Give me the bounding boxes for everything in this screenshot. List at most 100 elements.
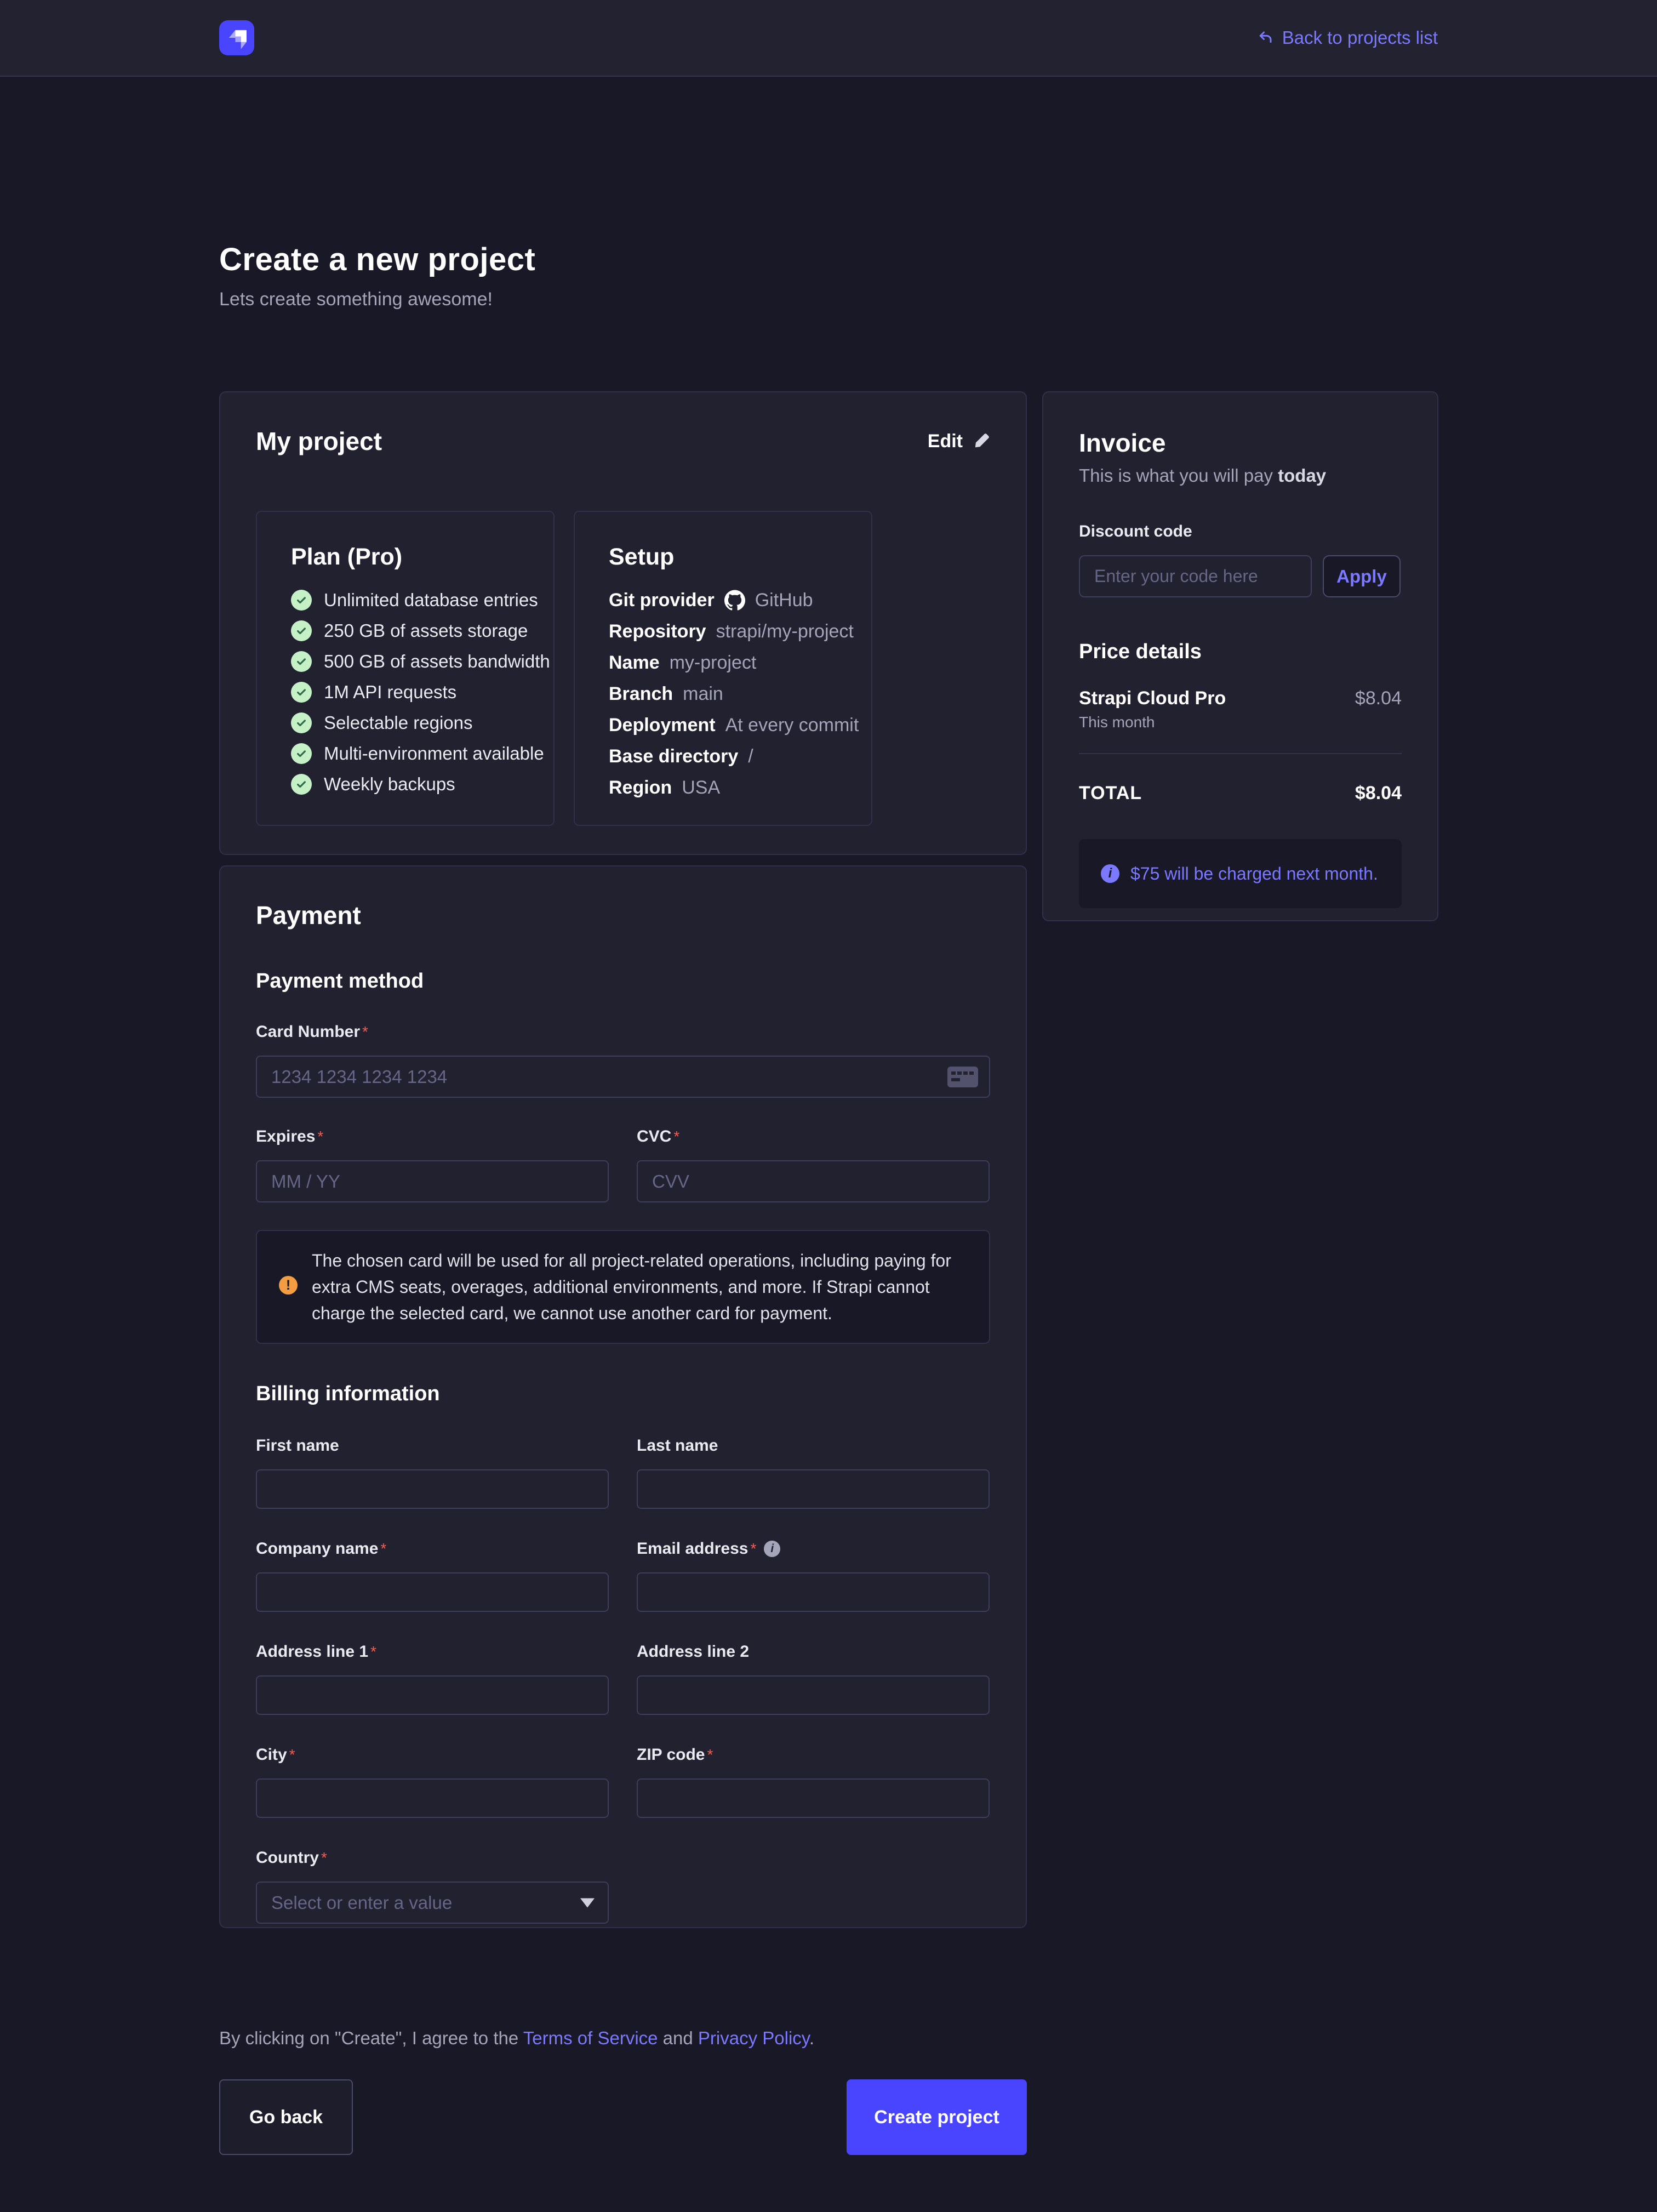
address2-field-group: Address line 2 xyxy=(637,1643,990,1715)
apply-discount-button[interactable]: Apply xyxy=(1323,555,1401,597)
github-icon xyxy=(724,590,745,611)
list-item: Unlimited database entries xyxy=(291,589,519,611)
check-icon xyxy=(291,620,312,641)
payment-card: Payment Payment method Card Number* Expi… xyxy=(219,865,1027,1928)
company-name-input[interactable] xyxy=(256,1572,609,1612)
my-project-title: My project xyxy=(256,426,382,456)
required-asterisk: * xyxy=(321,1849,327,1867)
first-name-label: First name xyxy=(256,1436,609,1455)
city-label: City* xyxy=(256,1746,609,1764)
warning-icon: ! xyxy=(279,1276,298,1295)
list-item: Selectable regions xyxy=(291,712,519,734)
go-back-button[interactable]: Go back xyxy=(219,2079,353,2155)
country-select[interactable]: Select or enter a value xyxy=(256,1882,609,1924)
discount-code-label: Discount code xyxy=(1079,522,1402,541)
setup-row-repository: Repository strapi/my-project xyxy=(609,620,837,642)
page-title: Create a new project xyxy=(219,241,1439,278)
invoice-subtitle: This is what you will pay today xyxy=(1079,465,1402,486)
setup-subcard: Setup Git provider GitHub Repository str… xyxy=(574,511,872,826)
country-label: Country* xyxy=(256,1849,609,1867)
check-icon xyxy=(291,590,312,611)
back-arrow-icon xyxy=(1257,30,1273,46)
edit-project-button[interactable]: Edit xyxy=(928,431,990,452)
plan-feature-list: Unlimited database entries 250 GB of ass… xyxy=(291,589,519,795)
strapi-logo[interactable] xyxy=(219,20,254,55)
required-asterisk: * xyxy=(380,1540,386,1558)
last-name-field-group: Last name xyxy=(637,1436,990,1509)
setup-row-git-provider: Git provider GitHub xyxy=(609,589,837,611)
required-asterisk: * xyxy=(707,1746,713,1764)
address-line1-input[interactable] xyxy=(256,1675,609,1715)
address1-label: Address line 1* xyxy=(256,1643,609,1661)
pencil-icon xyxy=(973,432,990,450)
billing-heading: Billing information xyxy=(256,1382,990,1406)
plan-subcard: Plan (Pro) Unlimited database entries 25… xyxy=(256,511,555,826)
check-icon xyxy=(291,743,312,764)
page-subtitle: Lets create something awesome! xyxy=(219,289,1439,310)
create-project-button[interactable]: Create project xyxy=(847,2079,1027,2155)
company-label: Company name* xyxy=(256,1540,609,1558)
check-icon xyxy=(291,712,312,733)
address1-field-group: Address line 1* xyxy=(256,1643,609,1715)
zip-field-group: ZIP code* xyxy=(637,1746,990,1818)
email-input[interactable] xyxy=(637,1572,990,1612)
first-name-field-group: First name xyxy=(256,1436,609,1509)
back-to-projects-link[interactable]: Back to projects list xyxy=(1257,27,1438,48)
check-icon xyxy=(291,651,312,672)
required-asterisk: * xyxy=(370,1643,376,1661)
list-item: Multi-environment available xyxy=(291,743,519,765)
company-field-group: Company name* xyxy=(256,1540,609,1612)
address-line2-input[interactable] xyxy=(637,1675,990,1715)
info-icon: i xyxy=(1101,864,1119,883)
last-name-label: Last name xyxy=(637,1436,990,1455)
total-label: TOTAL xyxy=(1079,783,1142,804)
country-field-group: Country* Select or enter a value xyxy=(256,1849,609,1924)
setup-title: Setup xyxy=(609,544,837,571)
zip-code-input[interactable] xyxy=(637,1778,990,1818)
info-icon[interactable]: i xyxy=(764,1541,780,1557)
strapi-logo-icon xyxy=(219,20,254,55)
main-column: My project Edit Plan (Pro) xyxy=(219,391,1027,1928)
zip-label: ZIP code* xyxy=(637,1746,990,1764)
required-asterisk: * xyxy=(317,1128,323,1145)
back-link-label: Back to projects list xyxy=(1282,27,1438,48)
discount-code-input[interactable] xyxy=(1079,555,1312,597)
credit-card-icon xyxy=(947,1067,978,1087)
required-asterisk: * xyxy=(289,1746,295,1764)
email-field-group: Email address* i xyxy=(637,1540,990,1612)
setup-row-base-directory: Base directory / xyxy=(609,745,837,767)
list-item: 1M API requests xyxy=(291,681,519,703)
city-input[interactable] xyxy=(256,1778,609,1818)
invoice-divider xyxy=(1079,753,1402,754)
check-icon xyxy=(291,774,312,795)
terms-of-service-link[interactable]: Terms of Service xyxy=(523,2028,658,2048)
expires-input[interactable] xyxy=(256,1160,609,1202)
list-item: 250 GB of assets storage xyxy=(291,620,519,642)
list-item: 500 GB of assets bandwidth xyxy=(291,651,519,672)
total-row: TOTAL $8.04 xyxy=(1079,783,1402,804)
required-asterisk: * xyxy=(362,1023,368,1041)
card-number-label: Card Number* xyxy=(256,1023,990,1041)
required-asterisk: * xyxy=(750,1540,756,1558)
my-project-card: My project Edit Plan (Pro) xyxy=(219,391,1027,855)
cvc-input[interactable] xyxy=(637,1160,990,1202)
price-item-amount: $8.04 xyxy=(1355,688,1402,709)
last-name-input[interactable] xyxy=(637,1469,990,1509)
next-month-notice: i $75 will be charged next month. xyxy=(1079,839,1402,908)
required-asterisk: * xyxy=(673,1128,679,1145)
total-amount: $8.04 xyxy=(1355,783,1402,804)
card-number-input[interactable] xyxy=(256,1056,990,1098)
privacy-policy-link[interactable]: Privacy Policy xyxy=(698,2028,809,2048)
expires-label: Expires* xyxy=(256,1127,609,1146)
first-name-input[interactable] xyxy=(256,1469,609,1509)
edit-label: Edit xyxy=(928,431,963,452)
check-icon xyxy=(291,682,312,703)
footer-actions: Go back Create project xyxy=(219,2079,1027,2155)
plan-title: Plan (Pro) xyxy=(291,544,519,571)
email-label: Email address* i xyxy=(637,1540,990,1558)
setup-row-region: Region USA xyxy=(609,777,837,799)
price-item-period: This month xyxy=(1079,714,1402,731)
address2-label: Address line 2 xyxy=(637,1643,990,1661)
setup-row-name: Name my-project xyxy=(609,652,837,674)
notice-text: $75 will be charged next month. xyxy=(1130,864,1378,884)
